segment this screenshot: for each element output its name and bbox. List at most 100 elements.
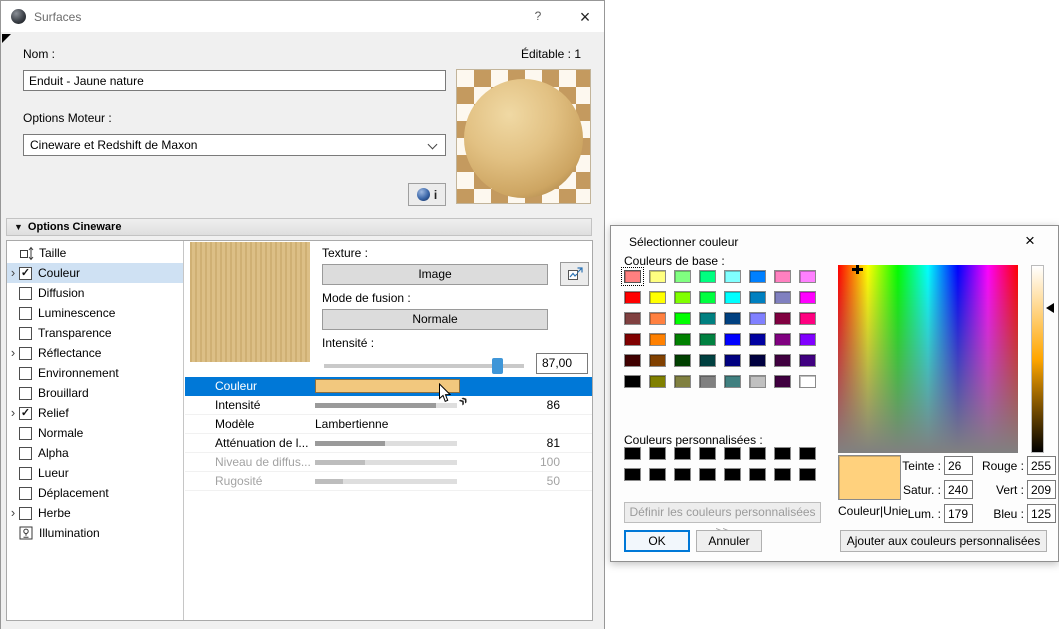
basic-color-swatch[interactable]: [699, 354, 716, 367]
custom-color-swatch[interactable]: [699, 468, 716, 481]
basic-color-swatch[interactable]: [624, 333, 641, 346]
custom-color-swatch[interactable]: [624, 447, 641, 460]
custom-color-swatch[interactable]: [799, 447, 816, 460]
expand-chevron-icon[interactable]: ›: [7, 403, 19, 423]
property-row-modele[interactable]: ModèleLambertienne: [185, 415, 592, 434]
property-row-couleur[interactable]: Couleur: [185, 377, 592, 396]
field-input-bleu[interactable]: [1027, 504, 1056, 523]
basic-color-swatch[interactable]: [724, 354, 741, 367]
basic-color-swatch[interactable]: [674, 375, 691, 388]
basic-color-swatch[interactable]: [799, 333, 816, 346]
custom-color-swatch[interactable]: [674, 468, 691, 481]
basic-color-swatch[interactable]: [649, 291, 666, 304]
checkbox-normale[interactable]: [19, 427, 32, 440]
add-to-custom-colors-button[interactable]: Ajouter aux couleurs personnalisées: [840, 530, 1047, 552]
tree-item-alpha[interactable]: Alpha: [7, 443, 183, 463]
checkbox-transparence[interactable]: [19, 327, 32, 340]
basic-color-swatch[interactable]: [699, 333, 716, 346]
texture-options-button[interactable]: [560, 262, 589, 286]
tree-item-diffusion[interactable]: Diffusion: [7, 283, 183, 303]
basic-color-swatch[interactable]: [774, 333, 791, 346]
basic-color-swatch[interactable]: [649, 270, 666, 283]
color-picker-close-button[interactable]: ×: [1016, 230, 1044, 252]
basic-color-swatch[interactable]: [674, 333, 691, 346]
ok-button[interactable]: OK: [624, 530, 690, 552]
basic-color-swatch[interactable]: [749, 333, 766, 346]
tree-item-environnement[interactable]: Environnement: [7, 363, 183, 383]
basic-color-swatch[interactable]: [649, 333, 666, 346]
basic-color-swatch[interactable]: [774, 375, 791, 388]
basic-color-swatch[interactable]: [649, 312, 666, 325]
basic-color-swatch[interactable]: [699, 291, 716, 304]
checkbox-relief[interactable]: ✓: [19, 407, 32, 420]
cineware-info-button[interactable]: i: [408, 183, 446, 206]
expand-chevron-icon[interactable]: ›: [7, 503, 19, 523]
basic-color-swatch[interactable]: [624, 375, 641, 388]
intensity-slider-thumb[interactable]: [492, 358, 503, 374]
basic-color-swatch[interactable]: [674, 354, 691, 367]
checkbox-reflectance[interactable]: [19, 347, 32, 360]
custom-color-swatch[interactable]: [774, 468, 791, 481]
basic-color-swatch[interactable]: [674, 291, 691, 304]
basic-color-swatch[interactable]: [799, 312, 816, 325]
basic-color-swatch[interactable]: [774, 312, 791, 325]
basic-color-swatch[interactable]: [799, 375, 816, 388]
tree-item-relief[interactable]: ›✓Relief: [7, 403, 183, 423]
custom-color-swatch[interactable]: [749, 447, 766, 460]
tree-item-taille[interactable]: Taille: [7, 243, 183, 263]
checkbox-herbe[interactable]: [19, 507, 32, 520]
property-row-rugosite[interactable]: Rugosité50: [185, 472, 592, 491]
basic-color-swatch[interactable]: [749, 291, 766, 304]
basic-color-swatch[interactable]: [724, 270, 741, 283]
basic-color-swatch[interactable]: [799, 270, 816, 283]
tree-item-couleur[interactable]: ›✓Couleur: [7, 263, 183, 283]
fusion-mode-button[interactable]: Normale: [322, 309, 548, 330]
field-input-rouge[interactable]: [1027, 456, 1056, 475]
checkbox-diffusion[interactable]: [19, 287, 32, 300]
property-slider[interactable]: [315, 479, 457, 484]
custom-color-swatch[interactable]: [699, 447, 716, 460]
basic-color-swatch[interactable]: [749, 312, 766, 325]
checkbox-alpha[interactable]: [19, 447, 32, 460]
basic-color-swatch[interactable]: [624, 291, 641, 304]
tree-item-brouillard[interactable]: Brouillard: [7, 383, 183, 403]
basic-color-swatch[interactable]: [699, 270, 716, 283]
field-input-vert[interactable]: [1027, 480, 1056, 499]
basic-color-swatch[interactable]: [799, 354, 816, 367]
custom-color-swatch[interactable]: [674, 447, 691, 460]
basic-color-swatch[interactable]: [649, 354, 666, 367]
property-slider[interactable]: [315, 441, 457, 446]
basic-color-swatch[interactable]: [674, 270, 691, 283]
basic-color-swatch[interactable]: [799, 291, 816, 304]
custom-color-swatch[interactable]: [724, 468, 741, 481]
basic-color-swatch[interactable]: [624, 312, 641, 325]
custom-color-swatch[interactable]: [649, 468, 666, 481]
texture-image-button[interactable]: Image: [322, 264, 548, 285]
basic-color-swatch[interactable]: [749, 354, 766, 367]
close-button[interactable]: ×: [569, 4, 601, 30]
checkbox-brouillard[interactable]: [19, 387, 32, 400]
checkbox-lueur[interactable]: [19, 467, 32, 480]
basic-color-swatch[interactable]: [724, 291, 741, 304]
basic-color-swatch[interactable]: [749, 375, 766, 388]
engine-select[interactable]: Cineware et Redshift de Maxon: [23, 134, 446, 156]
tree-item-illumination[interactable]: Illumination: [7, 523, 183, 543]
luminance-bar[interactable]: [1031, 265, 1044, 453]
basic-color-swatch[interactable]: [649, 375, 666, 388]
tree-item-luminescence[interactable]: Luminescence: [7, 303, 183, 323]
custom-color-swatch[interactable]: [749, 468, 766, 481]
tree-item-reflectance[interactable]: ›Réflectance: [7, 343, 183, 363]
basic-color-swatch[interactable]: [749, 270, 766, 283]
surface-name-input[interactable]: [23, 70, 446, 91]
basic-color-swatch[interactable]: [774, 354, 791, 367]
property-slider[interactable]: [315, 403, 457, 408]
tree-item-herbe[interactable]: ›Herbe: [7, 503, 183, 523]
basic-color-swatch[interactable]: [699, 312, 716, 325]
expand-chevron-icon[interactable]: ›: [7, 343, 19, 363]
tree-item-normale[interactable]: Normale: [7, 423, 183, 443]
basic-color-swatch[interactable]: [699, 375, 716, 388]
property-row-niveau-de-diffus[interactable]: Niveau de diffus...100: [185, 453, 592, 472]
hue-saturation-field[interactable]: [838, 265, 1018, 453]
basic-color-swatch[interactable]: [724, 312, 741, 325]
intensity-value-box[interactable]: 87,00: [536, 353, 588, 374]
